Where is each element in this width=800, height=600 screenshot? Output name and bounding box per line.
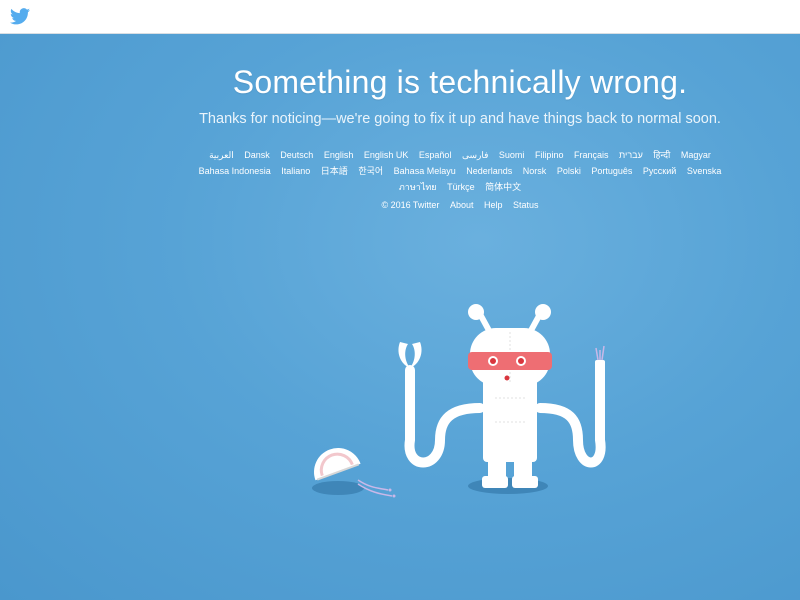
footer-links: © 2016 Twitter About Help Status <box>190 200 730 210</box>
broken-head-piece <box>314 448 361 481</box>
language-link[interactable]: Deutsch <box>280 150 313 160</box>
language-link[interactable]: ภาษาไทย <box>399 182 437 192</box>
language-link[interactable]: Português <box>591 166 632 176</box>
right-arm <box>535 363 606 468</box>
language-link[interactable]: Magyar <box>681 150 711 160</box>
language-link[interactable]: Español <box>419 150 452 160</box>
language-link[interactable]: العربية <box>209 150 234 160</box>
right-antenna-ball <box>535 304 551 320</box>
footer-link-about[interactable]: About <box>450 200 474 210</box>
language-link[interactable]: 日本語 <box>321 166 348 176</box>
left-antenna-ball <box>468 304 484 320</box>
language-link[interactable]: Русский <box>643 166 676 176</box>
footer-link-status[interactable]: Status <box>513 200 539 210</box>
left-claw <box>398 342 422 368</box>
copyright-text: © 2016 Twitter <box>381 200 440 210</box>
language-link[interactable]: Türkçe <box>447 182 475 192</box>
language-link[interactable]: Suomi <box>499 150 525 160</box>
footer-link-help[interactable]: Help <box>484 200 503 210</box>
broken-robot-illustration <box>300 290 620 520</box>
top-bar <box>0 0 800 34</box>
language-link[interactable]: 简体中文 <box>485 182 521 192</box>
language-link[interactable]: Norsk <box>523 166 547 176</box>
language-link[interactable]: Polski <box>557 166 581 176</box>
language-link[interactable]: English UK <box>364 150 409 160</box>
head-shadow <box>312 481 364 495</box>
language-link[interactable]: Nederlands <box>466 166 512 176</box>
language-link[interactable]: 한국어 <box>358 166 383 176</box>
language-link[interactable]: Filipino <box>535 150 564 160</box>
language-link[interactable]: עברית <box>619 150 643 160</box>
twitter-bird-icon[interactable] <box>10 8 30 25</box>
error-headline: Something is technically wrong. <box>232 64 688 100</box>
language-link[interactable]: हिन्दी <box>653 150 670 160</box>
robot-visor <box>468 352 552 370</box>
language-link[interactable]: Bahasa Indonesia <box>199 166 271 176</box>
error-content: Something is technically wrong. Thanks f… <box>190 64 730 210</box>
language-link[interactable]: Italiano <box>281 166 310 176</box>
language-list: العربية Dansk Deutsch English English UK… <box>190 147 730 195</box>
left-arm <box>404 365 485 468</box>
language-link[interactable]: Français <box>574 150 609 160</box>
language-link[interactable]: Dansk <box>244 150 270 160</box>
language-link[interactable]: English <box>324 150 354 160</box>
language-link[interactable]: Svenska <box>687 166 722 176</box>
language-link[interactable]: فارسی <box>462 150 488 160</box>
language-link[interactable]: Bahasa Melayu <box>394 166 456 176</box>
error-subline: Thanks for noticing—we're going to fix i… <box>199 111 721 127</box>
